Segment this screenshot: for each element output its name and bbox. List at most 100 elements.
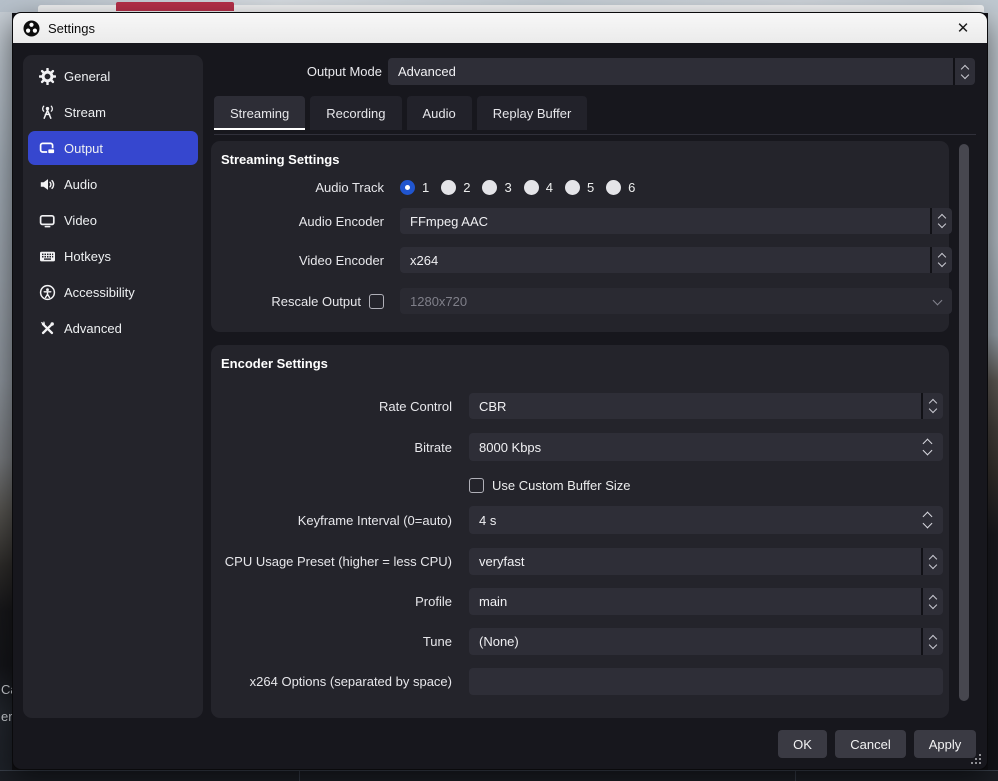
tune-select[interactable]: (None) — [469, 628, 943, 655]
radio-icon — [524, 180, 539, 195]
background-bottom-strip — [0, 770, 998, 781]
sidebar-item-label: Video — [64, 213, 97, 228]
background-left-sliver: Ca er — [0, 12, 12, 781]
custom-buffer-label: Use Custom Buffer Size — [492, 478, 630, 493]
sidebar-item-label: Audio — [64, 177, 97, 192]
cpu-preset-row: CPU Usage Preset (higher = less CPU) ver… — [221, 548, 933, 575]
dropdown-spinner[interactable] — [921, 628, 943, 655]
output-screen-icon — [39, 140, 56, 157]
sidebar-item-label: Accessibility — [64, 285, 135, 300]
profile-select[interactable]: main — [469, 588, 943, 615]
output-tabs: Streaming Recording Audio Replay Buffer — [214, 96, 587, 130]
audio-track-radio-3[interactable]: 3 — [482, 180, 511, 195]
audio-track-radio-2[interactable]: 2 — [441, 180, 470, 195]
background-red-titlebar — [116, 2, 234, 11]
rescale-output-checkbox[interactable] — [369, 294, 384, 309]
bitrate-spinbox[interactable]: 8000 Kbps — [469, 433, 943, 461]
apply-button[interactable]: Apply — [914, 730, 976, 758]
sidebar: General Stream Output Audio — [23, 55, 203, 718]
radio-icon — [606, 180, 621, 195]
sidebar-item-hotkeys[interactable]: Hotkeys — [28, 239, 198, 273]
dropdown-spinner[interactable] — [921, 393, 943, 419]
chevron-down-icon[interactable] — [923, 446, 933, 456]
cpu-preset-select[interactable]: veryfast — [469, 548, 943, 575]
tune-row: Tune (None) — [221, 628, 933, 655]
vertical-scrollbar[interactable] — [959, 144, 969, 701]
profile-row: Profile main — [221, 588, 933, 615]
tab-recording[interactable]: Recording — [310, 96, 401, 130]
audio-track-radio-1[interactable]: 1 — [400, 180, 429, 195]
bitrate-label: Bitrate — [221, 433, 452, 461]
keyframe-interval-label: Keyframe Interval (0=auto) — [221, 506, 452, 534]
bitrate-row: Bitrate 8000 Kbps — [221, 433, 933, 461]
sidebar-item-label: Stream — [64, 105, 106, 120]
radio-icon — [441, 180, 456, 195]
sidebar-item-stream[interactable]: Stream — [28, 95, 198, 129]
settings-window: Settings ✕ General Stream Output — [12, 12, 988, 770]
dropdown-spinner[interactable] — [921, 548, 943, 575]
speaker-icon — [39, 176, 56, 193]
tab-replay-buffer[interactable]: Replay Buffer — [477, 96, 588, 130]
sidebar-item-audio[interactable]: Audio — [28, 167, 198, 201]
rate-control-label: Rate Control — [221, 393, 452, 419]
audio-encoder-select[interactable]: FFmpeg AAC — [400, 208, 952, 234]
x264-options-row: x264 Options (separated by space) — [221, 668, 933, 695]
background-right-sliver — [988, 12, 998, 781]
streaming-settings-panel: Streaming Settings Audio Track 1 2 3 4 5… — [211, 141, 949, 332]
rescale-resolution-select[interactable]: 1280x720 — [400, 288, 952, 314]
accessibility-icon — [39, 284, 56, 301]
close-icon[interactable]: ✕ — [947, 13, 979, 43]
resize-grip[interactable] — [971, 754, 981, 764]
sidebar-item-label: Advanced — [64, 321, 122, 336]
sidebar-item-output[interactable]: Output — [28, 131, 198, 165]
tools-icon — [39, 320, 56, 337]
background-text-fragment: Ca — [1, 682, 12, 697]
audio-encoder-row: Audio Encoder FFmpeg AAC — [221, 208, 942, 234]
dropdown-spinner[interactable] — [953, 58, 975, 85]
sidebar-item-accessibility[interactable]: Accessibility — [28, 275, 198, 309]
audio-track-radio-6[interactable]: 6 — [606, 180, 635, 195]
custom-buffer-row: Use Custom Buffer Size — [221, 475, 933, 495]
dialog-buttons: OK Cancel Apply — [778, 730, 976, 758]
tab-divider — [214, 134, 976, 135]
tab-audio[interactable]: Audio — [407, 96, 472, 130]
x264-options-label: x264 Options (separated by space) — [221, 668, 452, 695]
tab-streaming[interactable]: Streaming — [214, 96, 305, 130]
titlebar[interactable]: Settings ✕ — [13, 13, 987, 43]
obs-logo-icon — [23, 20, 40, 37]
sidebar-item-label: Hotkeys — [64, 249, 111, 264]
encoder-settings-panel: Encoder Settings Rate Control CBR Bitrat… — [211, 345, 949, 718]
output-mode-select[interactable]: Advanced — [388, 58, 975, 85]
cancel-button[interactable]: Cancel — [835, 730, 906, 758]
section-title: Encoder Settings — [221, 356, 328, 371]
audio-track-label: Audio Track — [221, 174, 384, 200]
desktop: Ca er Settings ✕ General — [0, 0, 998, 781]
video-encoder-label: Video Encoder — [221, 247, 384, 273]
rate-control-row: Rate Control CBR — [221, 393, 933, 419]
chevron-down-icon[interactable] — [923, 519, 933, 529]
rescale-output-label: Rescale Output — [271, 294, 361, 309]
audio-track-radio-4[interactable]: 4 — [524, 180, 553, 195]
dropdown-spinner[interactable] — [921, 588, 943, 615]
dropdown-spinner[interactable] — [930, 208, 952, 234]
chevron-down-icon — [933, 296, 943, 306]
x264-options-input[interactable] — [469, 668, 943, 695]
keyframe-interval-spinbox[interactable]: 4 s — [469, 506, 943, 534]
monitor-icon — [39, 212, 56, 229]
ok-button[interactable]: OK — [778, 730, 827, 758]
cpu-preset-label: CPU Usage Preset (higher = less CPU) — [221, 548, 452, 575]
keyframe-interval-row: Keyframe Interval (0=auto) 4 s — [221, 506, 933, 534]
output-mode-value: Advanced — [398, 64, 456, 79]
audio-track-radio-5[interactable]: 5 — [565, 180, 594, 195]
sidebar-item-advanced[interactable]: Advanced — [28, 311, 198, 345]
radio-icon — [482, 180, 497, 195]
rate-control-select[interactable]: CBR — [469, 393, 943, 419]
dropdown-spinner[interactable] — [930, 247, 952, 273]
sidebar-item-label: Output — [64, 141, 103, 156]
broadcast-icon — [39, 104, 56, 121]
custom-buffer-checkbox[interactable] — [469, 478, 484, 493]
video-encoder-select[interactable]: x264 — [400, 247, 952, 273]
sidebar-item-video[interactable]: Video — [28, 203, 198, 237]
video-encoder-row: Video Encoder x264 — [221, 247, 942, 273]
tune-label: Tune — [221, 628, 452, 655]
